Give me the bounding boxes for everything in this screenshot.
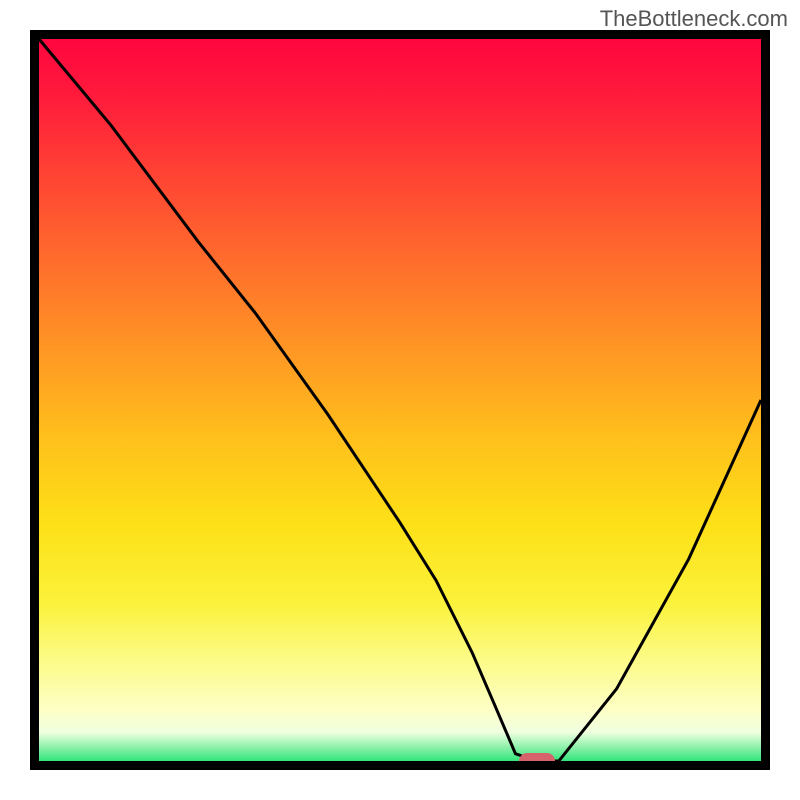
bottleneck-curve-path — [39, 39, 761, 761]
watermark-text: TheBottleneck.com — [600, 6, 788, 32]
curve-svg — [39, 39, 761, 761]
optimal-marker — [519, 753, 555, 761]
plot-area — [39, 39, 761, 761]
